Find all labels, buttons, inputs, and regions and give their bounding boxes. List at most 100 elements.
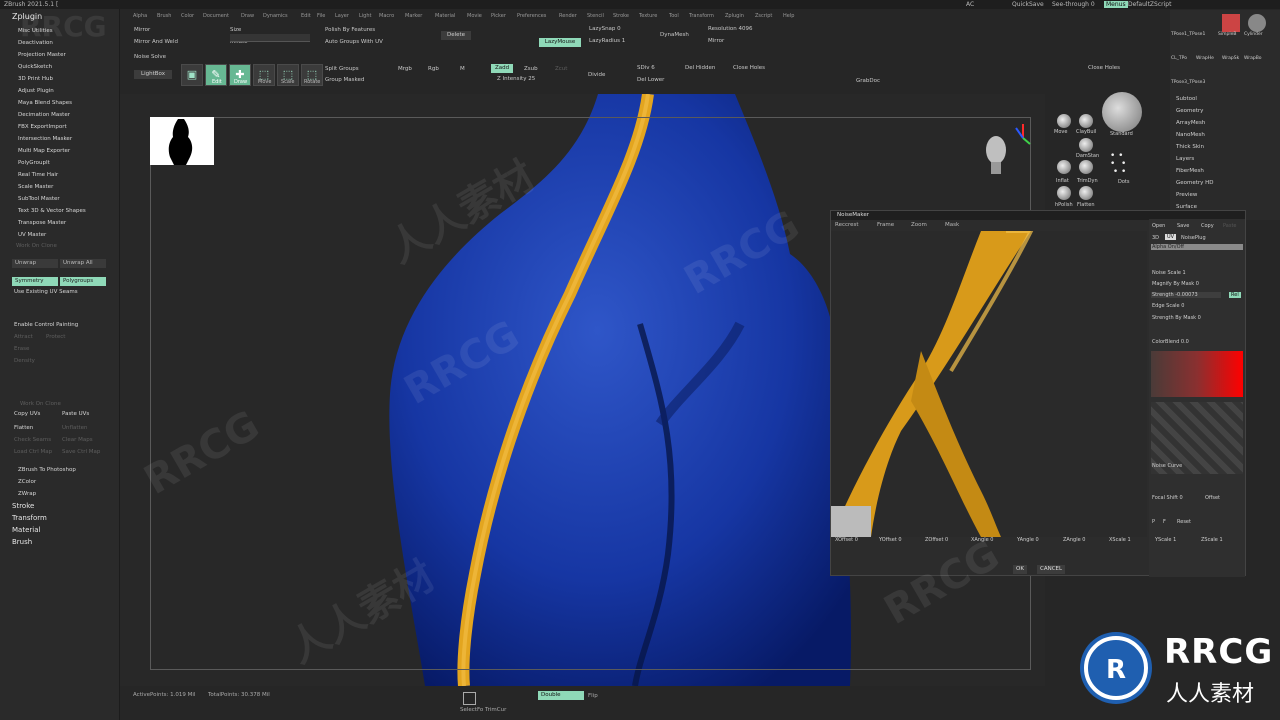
draw-button[interactable]: Draw ✚ [229,64,251,86]
thumb-label[interactable]: CL_TPo [1171,56,1187,61]
ok-button[interactable]: OK [1013,565,1027,574]
zangle-slider[interactable]: ZAngle 0 [1063,537,1085,543]
np-tab[interactable]: Frame [877,222,894,228]
claybuild-brush-icon[interactable] [1079,114,1093,128]
menu-item[interactable]: Light [359,13,371,19]
fibermesh-menu[interactable]: FiberMesh [1176,168,1204,174]
auto-groups-uv-button[interactable]: Auto Groups With UV [325,39,383,45]
zscale-slider[interactable]: ZScale 1 [1201,537,1223,543]
noiseplug-button[interactable]: NoisePlug [1181,235,1206,241]
plugin-item-uv-master[interactable]: UV Master [18,232,46,238]
edge-scale-slider[interactable]: Edge Scale 0 [1152,303,1184,309]
menu-item[interactable]: Edit [301,13,311,19]
plugin-item[interactable]: Transpose Master [18,220,66,226]
offset-slider[interactable]: Offset [1205,495,1220,501]
polish-features-toggle[interactable]: Polish By Features [325,27,375,33]
zadd-toggle[interactable]: Zadd [491,64,513,73]
plugin-item[interactable]: FBX ExportImport [18,124,67,130]
focal-shift-slider[interactable]: Focal Shift 0 [1152,495,1183,501]
brush-preview-sphere[interactable] [1102,92,1142,132]
plugin-item[interactable]: Adjust Plugin [18,88,54,94]
symmetry-toggle[interactable]: Symmetry [12,277,58,286]
claybuild-brush-label[interactable]: ClayBuil [1076,129,1096,135]
geometry-menu[interactable]: Geometry [1176,108,1203,114]
divide-button[interactable]: Divide [588,72,605,78]
copy-button[interactable]: Copy [1201,223,1214,229]
rel-toggle[interactable]: Rel [1229,292,1241,298]
group-masked-button[interactable]: Group Masked [325,77,364,83]
menu-item[interactable]: Brush [157,13,171,19]
yangle-slider[interactable]: YAngle 0 [1017,537,1039,543]
sdiv-slider[interactable]: SDiv 6 [637,65,655,71]
plugin-item[interactable]: Real Time Hair [18,172,58,178]
rgb-button[interactable]: Rgb [428,66,439,72]
edit-button[interactable]: Edit ✎ [205,64,227,86]
noise-scale-slider[interactable]: Noise Scale 1 [1152,270,1186,276]
np-tab[interactable]: Zoom [911,222,927,228]
del-hidden-button[interactable]: Del Hidden [685,65,715,71]
plugin-item[interactable]: ZWrap [18,491,36,497]
load-ctrl-map-button[interactable]: Load Ctrl Map [14,449,52,455]
menu-item[interactable]: File [317,13,325,19]
subtool-menu[interactable]: Subtool [1176,96,1197,102]
dynamesh-button[interactable]: DynaMesh [660,32,689,38]
thumb-label[interactable]: TPose1_TPose1 [1171,32,1205,37]
standard-brush-label[interactable]: Standard [1110,131,1133,137]
cancel-button[interactable]: CANCEL [1037,565,1066,574]
split-groups-button[interactable]: Split Groups [325,66,359,72]
close-holes-button[interactable]: Close Holes [733,65,765,71]
z-intensity-slider[interactable]: Z Intensity 25 [497,76,535,82]
plugin-item[interactable]: ZColor [18,479,36,485]
noise-preview[interactable] [831,231,1147,537]
plugin-item[interactable]: PolyGroupIt [18,160,50,166]
menu-item[interactable]: Material [435,13,455,19]
yscale-slider[interactable]: YScale 1 [1155,537,1176,543]
menus-toggle[interactable]: Menus [1104,1,1128,8]
material-section[interactable]: Material [12,526,40,534]
flip-button[interactable]: Flip [588,693,598,699]
thumb-label[interactable]: WrapBo [1244,56,1262,61]
plugin-item[interactable]: QuickSketch [18,64,52,70]
save-ctrl-map-button[interactable]: Save Ctrl Map [62,449,100,455]
plugin-item[interactable]: Text 3D & Vector Shapes [18,208,86,214]
lightbox-button[interactable]: LightBox [134,70,172,79]
check-seams-button[interactable]: Check Seams [14,437,51,443]
menu-item[interactable]: Document [203,13,229,19]
preview-menu[interactable]: Preview [1176,192,1197,198]
nanomesh-menu[interactable]: NanoMesh [1176,132,1205,138]
damstandard-brush-label[interactable]: DamStan [1076,153,1099,159]
menu-item[interactable]: Zplugin [725,13,744,19]
save-button[interactable]: Save [1177,223,1189,229]
reset-button[interactable]: Reset [1177,519,1191,525]
move-brush-label[interactable]: Move [1054,129,1067,135]
p-button[interactable]: P [1152,519,1155,525]
color-picker[interactable] [1151,351,1243,397]
lazyradius-slider[interactable]: LazyRadius 1 [589,38,625,44]
thumb-label[interactable]: WrapHe [1196,56,1214,61]
3d-mode-button[interactable]: 3D [1152,235,1159,241]
zcut-toggle[interactable]: Zcut [555,66,567,72]
use-existing-seams-toggle[interactable]: Use Existing UV Seams [14,289,78,295]
yoffset-slider[interactable]: YOffset 0 [879,537,902,543]
menu-item[interactable]: Picker [491,13,506,19]
flatten-button[interactable]: Flatten [14,425,33,431]
magnify-slider[interactable]: Magnify By Mask 0 [1152,281,1199,287]
work-on-clone-button[interactable]: Work On Clone [16,243,57,249]
flatten-brush-label[interactable]: Flatten [1077,202,1095,208]
plugin-item[interactable]: Scale Master [18,184,53,190]
brush-section[interactable]: Brush [12,538,32,546]
inflate-brush-icon[interactable] [1057,160,1071,174]
menu-item[interactable]: Render [559,13,577,19]
menu-item[interactable]: Stencil [587,13,604,19]
plugin-item[interactable]: 3D Print Hub [18,76,53,82]
np-tab[interactable]: Reccrest [835,222,859,228]
mrgb-button[interactable]: Mrgb [398,66,412,72]
mirror-dynamesh-button[interactable]: Mirror [708,38,724,44]
double-toggle[interactable]: Double [538,691,584,700]
selectrect-icon[interactable] [463,692,476,705]
ac-label[interactable]: AC [966,1,974,8]
menu-item[interactable]: Dynamics [263,13,288,19]
paste-button[interactable]: Paste [1223,223,1237,229]
navigation-gizmo[interactable] [978,118,1038,180]
uv-mode-toggle[interactable]: UV [1165,234,1177,240]
